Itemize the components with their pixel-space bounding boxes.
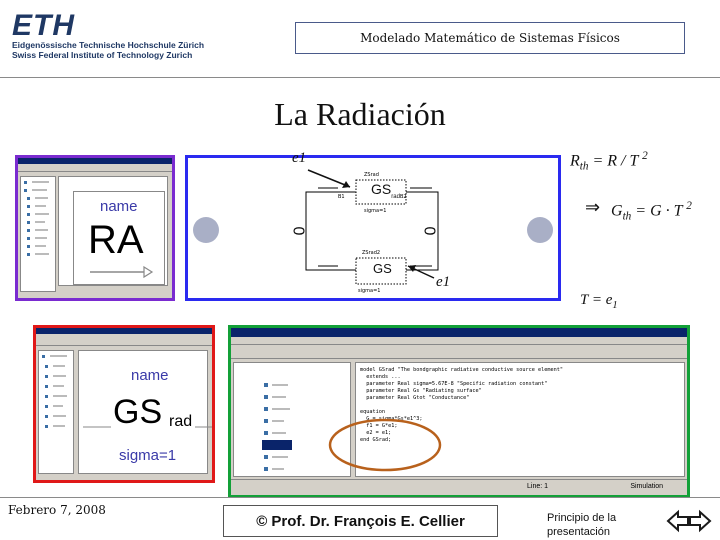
gth-equation: Gth = G · T 2: [611, 200, 692, 223]
e1-label-bottom: e1: [436, 274, 451, 290]
code-line: parameter Real Gs "Radiating surface": [360, 388, 482, 394]
highlight-ellipse: [328, 418, 442, 472]
svg-text:ZSrad: ZSrad: [364, 172, 379, 178]
gs-diagram-canvas: name GS rad sigma=1: [78, 350, 212, 474]
top-left-bond: [305, 191, 356, 230]
footer-divider: [0, 497, 720, 498]
back-forward-arrows-icon[interactable]: [666, 509, 712, 533]
bottom-left-bond: [305, 230, 356, 271]
code-line: equation: [360, 409, 385, 415]
library-tree: [20, 176, 56, 292]
ra-icon-arrow: [90, 265, 154, 279]
code-line: parameter Real sigma=5.67E-8 "Specific r…: [360, 381, 548, 387]
footer-date: Febrero 7, 2008: [8, 503, 106, 517]
bond-graph-svg: ZSrad sigma=1 ZSrad2 sigma=1 B1 B2: [193, 172, 553, 294]
eth-logo-mark: ETH: [12, 9, 75, 42]
bond-graph-diagram: ZSrad sigma=1 ZSrad2 sigma=1 B1 B2 GSrad…: [185, 155, 561, 301]
ra-library-screenshot: name RA: [15, 155, 175, 301]
gsrad-library-screenshot: name GS rad sigma=1: [33, 325, 215, 483]
gs-icon-param: sigma=1: [119, 447, 177, 464]
implies-arrow: ⇒: [585, 197, 601, 217]
code-line: model GSrad "The bondgraphic radiative c…: [360, 367, 564, 373]
course-title: Modelado Matemático de Sistemas Físicos: [360, 31, 620, 45]
status-mode[interactable]: Simulation: [630, 483, 663, 490]
header-divider: [0, 77, 720, 78]
e1-top-arrow: [307, 169, 351, 188]
bottom-element-label: GS: [373, 261, 392, 276]
rth-equation: Rth = R / T 2: [570, 150, 648, 173]
top-right-bond: [406, 191, 439, 230]
eth-logo-line1: Eidgenössische Technische Hochschule Zür…: [12, 40, 205, 50]
slide-title: La Radiación: [274, 96, 446, 132]
code-line: parameter Real Gtot "Conductance": [360, 395, 470, 401]
svg-text:sigma=1: sigma=1: [358, 288, 380, 294]
e1-bottom-arrow: [407, 265, 435, 279]
svg-text:sigma=1: sigma=1: [364, 208, 386, 214]
left-junction-zero: 0: [289, 226, 307, 236]
left-terminal-circle: [193, 217, 219, 243]
footer-author: © Prof. Dr. François E. Cellier: [223, 505, 498, 537]
start-of-presentation-link[interactable]: Principio de la presentación: [547, 511, 616, 539]
svg-text:B2: B2: [400, 194, 407, 200]
t-equation: T = e1: [580, 292, 618, 311]
top-element-label: GSrad: [371, 181, 400, 200]
code-line: extends ...: [360, 374, 401, 380]
editor-status-bar: Line: 1 Simulation: [231, 479, 687, 495]
eth-logo-line2: Swiss Federal Institute of Technology Zu…: [12, 50, 193, 60]
ra-icon-label: RA: [88, 218, 144, 262]
selected-tree-item: [262, 440, 292, 450]
right-junction-zero: 0: [420, 226, 438, 236]
svg-text:ZSrad2: ZSrad2: [362, 250, 380, 256]
gs-icon-name: name: [131, 367, 169, 384]
course-title-box: Modelado Matemático de Sistemas Físicos: [295, 22, 685, 54]
ra-icon-name: name: [100, 198, 138, 215]
modelica-editor-screenshot: model GSrad "The bondgraphic radiative c…: [228, 325, 690, 498]
status-line: Line: 1: [527, 483, 549, 490]
gs-library-tree: [38, 350, 74, 474]
right-terminal-circle: [527, 217, 553, 243]
ra-diagram-canvas: name RA: [58, 176, 168, 286]
ra-icon: name RA: [73, 191, 165, 285]
eth-logo: ETH Eidgenössische Technische Hochschule…: [12, 9, 212, 61]
